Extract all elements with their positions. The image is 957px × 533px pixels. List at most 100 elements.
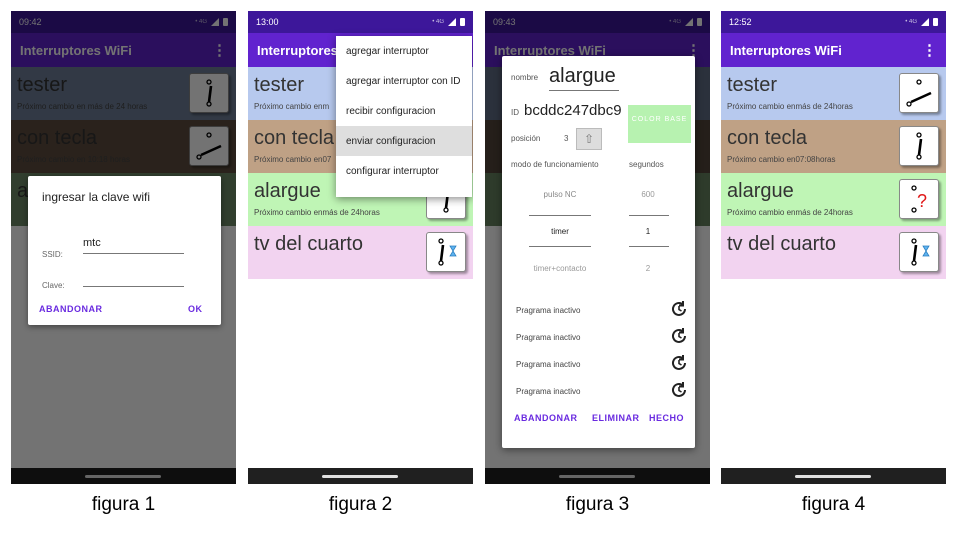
phone-figure-3: 09:43 • 4G Interruptores WiFi ⋮ nombre a… [485, 11, 710, 484]
id-label: ID [511, 108, 519, 117]
mode-option-timer-contacto[interactable]: timer+contacto [529, 264, 591, 273]
cancel-button[interactable]: ABANDONAR [514, 413, 578, 423]
seconds-timer[interactable]: 1 [617, 227, 679, 236]
switch-name: tester [727, 74, 778, 96]
overflow-menu-icon[interactable]: ⋮ [212, 41, 227, 59]
switch-on-icon[interactable] [899, 73, 939, 113]
clave-input[interactable] [83, 286, 184, 287]
clave-label: Clave: [42, 281, 65, 290]
switch-item-tv-del-cuarto[interactable]: tv del cuarto [248, 226, 473, 279]
ssid-input[interactable]: mtc [83, 237, 101, 249]
ok-button[interactable]: OK [188, 304, 203, 314]
switch-item-tester[interactable]: tester Próximo cambio en más de 24 horas [11, 67, 236, 120]
switch-config-dialog: nombre alargue ID bcddc247dbc9 posición … [502, 56, 695, 448]
overflow-menu-icon[interactable]: ⋮ [922, 41, 937, 59]
move-up-button[interactable]: ⇧ [576, 128, 602, 150]
switch-off-icon[interactable] [899, 126, 939, 166]
app-bar: Interruptores WiFi ⋮ [721, 33, 946, 67]
segundos-label: segundos [629, 160, 664, 169]
status-bar: 12:52 • 4G [721, 11, 946, 33]
dialog-title: ingresar la clave wifi [42, 190, 151, 204]
battery-icon [933, 18, 938, 26]
arrow-up-icon: ⇧ [583, 132, 595, 146]
nombre-label: nombre [511, 73, 539, 82]
ssid-label: SSID: [42, 250, 63, 259]
nombre-input[interactable]: alargue [549, 65, 616, 88]
mode-divider [529, 246, 591, 247]
switch-item-alargue[interactable]: alargue Próximo cambio enmás de 24horas … [721, 173, 946, 226]
posicion-label: posición [511, 134, 541, 143]
nav-bar [485, 468, 710, 484]
battery-icon [460, 18, 465, 26]
next-change-text: Próximo cambio en 10:18 horas [17, 155, 130, 164]
switch-item-con-tecla[interactable]: con tecla Próximo cambio en07:08horas [721, 120, 946, 173]
menu-item-agregar-interruptor-con-id[interactable]: agregar interruptor con ID [336, 66, 472, 96]
history-icon[interactable] [670, 300, 688, 318]
switch-timer-icon[interactable] [426, 232, 466, 272]
figure-caption: figura 4 [801, 494, 866, 515]
app-bar: Interruptores WiFi ⋮ [11, 33, 236, 67]
color-base-button[interactable]: COLOR BASE [628, 105, 691, 143]
figure-caption: figura 3 [565, 494, 630, 515]
home-gesture-bar[interactable] [795, 475, 871, 478]
seconds-pulso-nc[interactable]: 600 [617, 190, 679, 199]
done-button[interactable]: HECHO [649, 413, 684, 423]
next-change-text: Próximo cambio enmás de 24horas [254, 208, 380, 217]
switch-item-tv-del-cuarto[interactable]: tv del cuarto [721, 226, 946, 279]
history-icon[interactable] [670, 327, 688, 345]
switch-name: alargue [254, 180, 321, 202]
battery-icon [223, 18, 228, 26]
switch-unknown-icon[interactable]: ? [899, 179, 939, 219]
signal-icon [685, 18, 693, 26]
status-time: 13:00 [256, 17, 279, 27]
switch-name: con tecla [254, 127, 335, 149]
figure-caption: figura 1 [91, 494, 156, 515]
wifi-password-dialog: ingresar la clave wifi SSID: mtc Clave: … [28, 176, 221, 325]
home-gesture-bar[interactable] [85, 475, 161, 478]
mode-option-pulso-nc[interactable]: pulso NC [529, 190, 591, 199]
switch-name: alargue [727, 180, 794, 202]
switch-name: con tecla [727, 127, 808, 149]
delete-button[interactable]: ELIMINAR [592, 413, 640, 423]
switch-name: con tecla [17, 127, 98, 149]
mode-divider [529, 215, 591, 216]
menu-item-agregar-interruptor[interactable]: agregar interruptor [336, 36, 472, 66]
signal-icon [448, 18, 456, 26]
signal-icon [921, 18, 929, 26]
status-time: 09:42 [19, 17, 42, 27]
status-time: 12:52 [729, 17, 752, 27]
nombre-underline [549, 90, 619, 91]
menu-item-recibir-configuracion[interactable]: recibir configuracion [336, 96, 472, 126]
app-title: Interruptores WiFi [730, 42, 842, 58]
switch-item-con-tecla[interactable]: con tecla Próximo cambio en 10:18 horas [11, 120, 236, 173]
history-icon[interactable] [670, 354, 688, 372]
home-gesture-bar[interactable] [559, 475, 635, 478]
cancel-button[interactable]: ABANDONAR [39, 304, 103, 314]
program-slot-2[interactable]: Pragrama inactivo [516, 333, 580, 342]
phone-figure-2: 13:00 • 4G Interruptores WiFi ⋮ tester P… [248, 11, 473, 484]
switch-off-icon[interactable] [189, 73, 229, 113]
switch-timer-icon[interactable] [899, 232, 939, 272]
home-gesture-bar[interactable] [322, 475, 398, 478]
next-change-text: Próximo cambio en07 [254, 155, 332, 164]
program-slot-4[interactable]: Pragrama inactivo [516, 387, 580, 396]
switch-item-tester[interactable]: tester Próximo cambio enmás de 24horas [721, 67, 946, 120]
nav-bar [248, 468, 473, 484]
next-change-text: Próximo cambio enm [254, 102, 330, 111]
next-change-text: Próximo cambio en más de 24 horas [17, 102, 148, 111]
mode-option-timer[interactable]: timer [529, 227, 591, 236]
next-change-text: Próximo cambio enmás de 24horas [727, 102, 853, 111]
overflow-menu: agregar interruptor agregar interruptor … [336, 36, 472, 197]
status-bar: 09:43 • 4G [485, 11, 710, 33]
menu-item-enviar-configuracion[interactable]: enviar configuracion [336, 126, 472, 156]
history-icon[interactable] [670, 381, 688, 399]
phone-figure-4: 12:52 • 4G Interruptores WiFi ⋮ tester P… [721, 11, 946, 484]
seconds-timer-contacto[interactable]: 2 [617, 264, 679, 273]
modo-label: modo de funcionamiento [511, 160, 599, 169]
seconds-divider [629, 246, 669, 247]
switch-on-icon[interactable] [189, 126, 229, 166]
program-slot-1[interactable]: Pragrama inactivo [516, 306, 580, 315]
program-slot-3[interactable]: Pragrama inactivo [516, 360, 580, 369]
menu-item-configurar-interruptor[interactable]: configurar interruptor [336, 156, 472, 186]
seconds-divider [629, 215, 669, 216]
